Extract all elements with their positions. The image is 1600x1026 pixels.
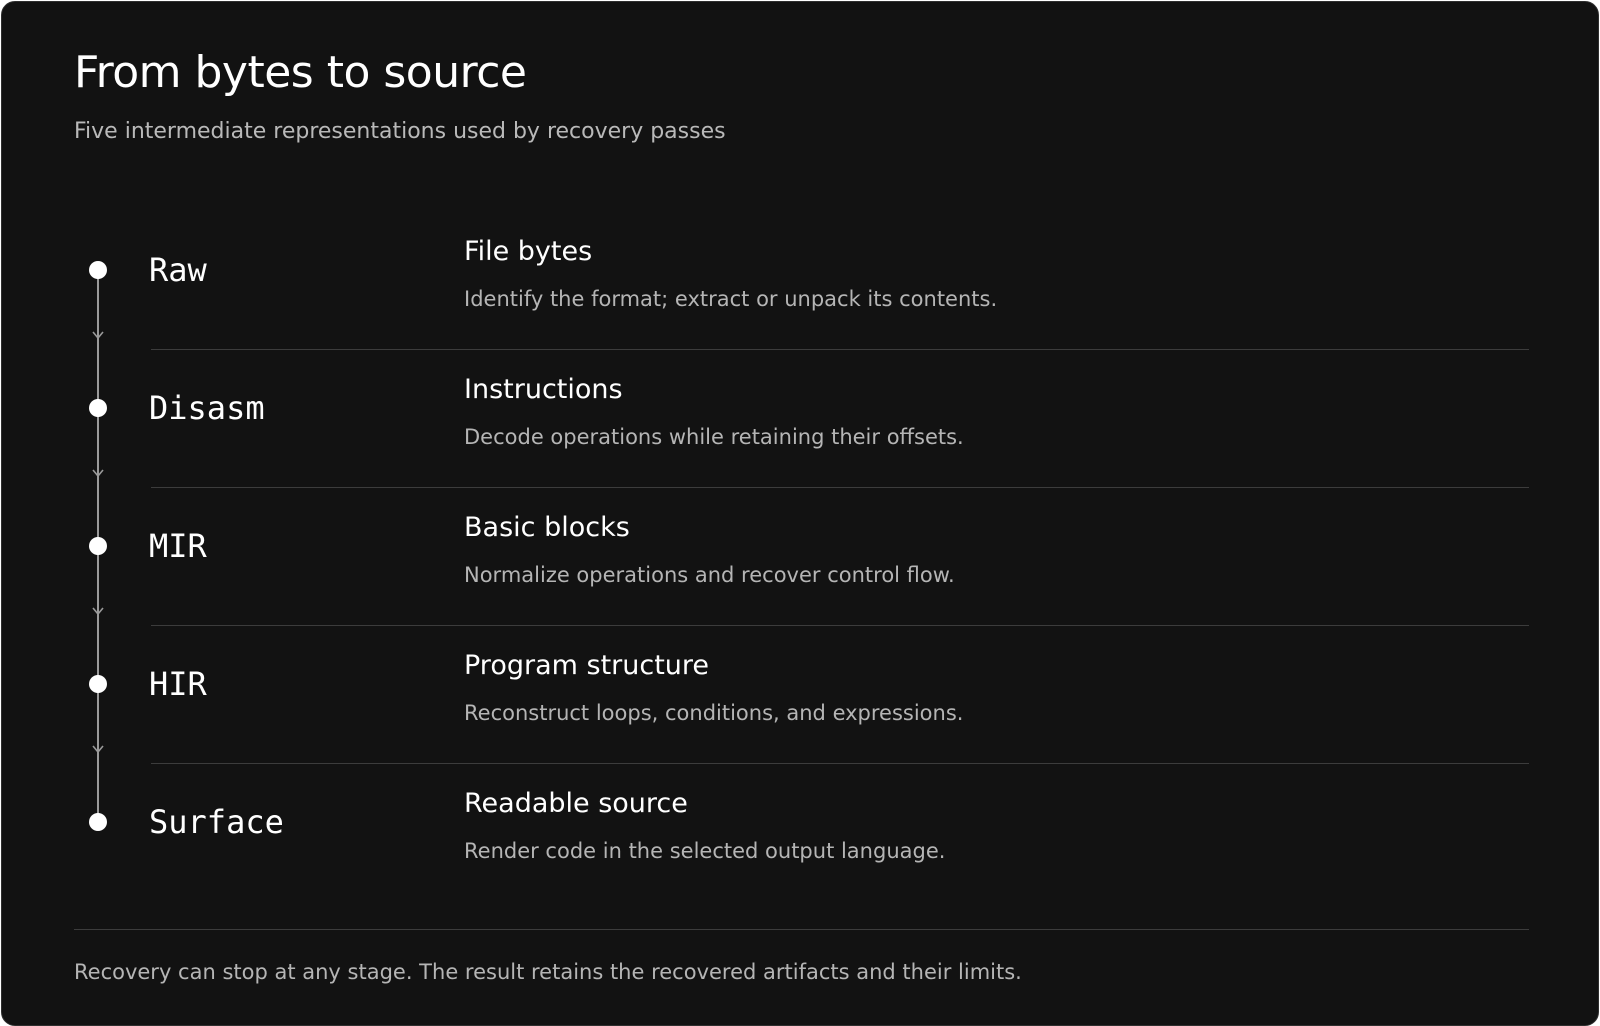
stage-description: Normalize operations and recover control…: [464, 563, 955, 587]
stage-description: Identify the format; extract or unpack i…: [464, 287, 998, 311]
stage-title: Readable source: [464, 788, 688, 819]
page-subtitle: Five intermediate representations used b…: [74, 119, 726, 144]
pipeline-panel: From bytes to source Five intermediate r…: [1, 1, 1599, 1026]
stage-node-dot: [89, 813, 107, 831]
chevron-down-icon: [92, 329, 104, 341]
chevron-down-icon: [92, 467, 104, 479]
stage-name: Disasm: [149, 389, 265, 427]
stage-node-dot: [89, 261, 107, 279]
page-title: From bytes to source: [74, 47, 527, 98]
stage-node-dot: [89, 537, 107, 555]
footer-note: Recovery can stop at any stage. The resu…: [74, 960, 1022, 984]
chevron-down-icon: [92, 605, 104, 617]
stage-description: Reconstruct loops, conditions, and expre…: [464, 701, 964, 725]
stage-node-dot: [89, 675, 107, 693]
stage-divider: [151, 487, 1529, 488]
stage-description: Render code in the selected output langu…: [464, 839, 946, 863]
stage-divider: [151, 763, 1529, 764]
stage-divider: [151, 625, 1529, 626]
stage-name: MIR: [149, 527, 207, 565]
stage-name: HIR: [149, 665, 207, 703]
stage-title: File bytes: [464, 236, 593, 267]
stage-title: Basic blocks: [464, 512, 630, 543]
stage-name: Surface: [149, 803, 284, 841]
stage-title: Instructions: [464, 374, 623, 405]
footer-divider: [74, 929, 1529, 930]
stage-node-dot: [89, 399, 107, 417]
stage-name: Raw: [149, 251, 207, 289]
chevron-down-icon: [92, 743, 104, 755]
stage-divider: [151, 349, 1529, 350]
stage-description: Decode operations while retaining their …: [464, 425, 964, 449]
stage-title: Program structure: [464, 650, 710, 681]
